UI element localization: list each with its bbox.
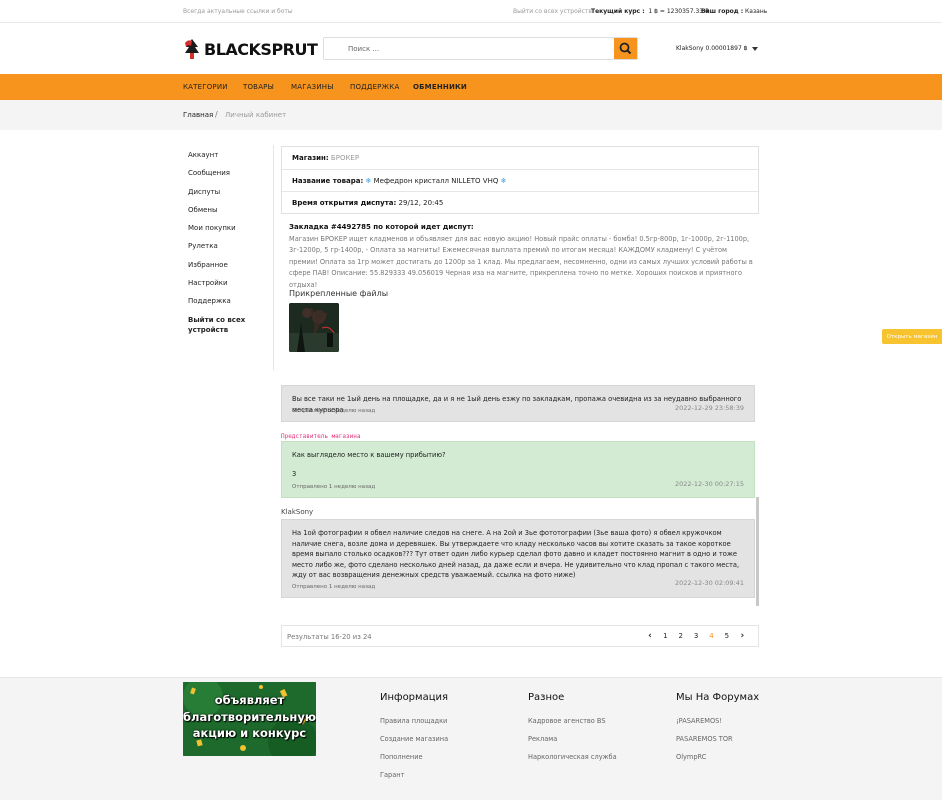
- sidebar-item-roulette[interactable]: Рулетка: [188, 241, 268, 259]
- sidebar-item-exchanges[interactable]: Обмены: [188, 205, 268, 223]
- nav-support[interactable]: ПОДДЕРЖКА: [350, 83, 399, 91]
- chevron-right-icon[interactable]: ›: [735, 631, 750, 641]
- sidebar-item-favorites[interactable]: Избранное: [188, 260, 268, 278]
- chat-message: Как выглядело место к вашему прибытию? 3…: [281, 441, 755, 498]
- dispute-shop-row: Магазин: БРОКЕР: [282, 147, 758, 170]
- user-balance: KlakSony 0.00001897 ฿: [676, 45, 748, 52]
- messages-scrollbar[interactable]: [756, 497, 759, 606]
- footer-link[interactable]: Кадровое агенство BS: [528, 717, 617, 735]
- page-5[interactable]: 5: [719, 632, 734, 640]
- dispute-info-box: Магазин: БРОКЕР Название товара: ❄ Мефед…: [281, 146, 759, 214]
- footer-link[interactable]: Реклама: [528, 735, 617, 753]
- message-sent: Отправлено 1 неделю назад: [292, 408, 376, 414]
- pagination-bar: Результаты 16-20 из 24 ‹ 1 2 3 4 5 ›: [281, 625, 759, 647]
- footer-link[interactable]: PASAREMOS TOR: [676, 735, 759, 753]
- nav-exchangers[interactable]: ОБМЕННИКИ: [413, 83, 467, 91]
- spruce-logo-icon: [183, 38, 201, 60]
- main-nav: КАТЕГОРИИ ТОВАРЫ МАГАЗИНЫ ПОДДЕРЖКА ОБМЕ…: [0, 74, 942, 100]
- sidebar-item-purchases[interactable]: Мои покупки: [188, 223, 268, 241]
- sidebar-logout[interactable]: Выйти со всех устройств: [188, 315, 268, 334]
- snowflake-icon: ❄: [365, 176, 372, 185]
- message-text: 3: [292, 469, 297, 478]
- footer-link[interactable]: Создание магазина: [380, 735, 448, 753]
- open-shop-button[interactable]: Открыть магазин: [882, 329, 942, 344]
- search-icon: [614, 42, 637, 62]
- breadcrumb-separator: /: [215, 110, 218, 119]
- user-balance-menu[interactable]: KlakSony 0.00001897 ฿: [676, 45, 759, 52]
- footer-column-misc: Разное Кадровое агенство BS Реклама Нарк…: [528, 692, 617, 771]
- breadcrumb-home[interactable]: Главная: [183, 111, 213, 119]
- message-author: KlakSony: [281, 508, 314, 516]
- caret-down-icon: [752, 46, 759, 51]
- page-1[interactable]: 1: [658, 632, 673, 640]
- footer: [0, 677, 942, 800]
- page-4-current[interactable]: 4: [704, 632, 719, 640]
- footer-link[interactable]: ¡PASAREMOS!: [676, 717, 759, 735]
- footer-column-info: Информация Правила площадки Создание маг…: [380, 692, 448, 789]
- dispute-product-row: Название товара: ❄ Мефедрон кристалл NIL…: [282, 170, 758, 193]
- dispute-heading: Закладка #4492785 по которой идет диспут…: [289, 223, 474, 231]
- shop-representative-label: Представитель магазина: [281, 433, 361, 440]
- sidebar-item-support[interactable]: Поддержка: [188, 296, 268, 314]
- footer-column-title: Разное: [528, 692, 565, 703]
- account-sidebar: Аккаунт Сообщения Диспуты Обмены Мои пок…: [188, 150, 268, 334]
- footer-column-title: Мы На Форумах: [676, 692, 760, 703]
- footer-link[interactable]: Гарант: [380, 771, 448, 789]
- breadcrumb: Главная / Личный кабинет: [0, 100, 942, 130]
- dispute-opened: 29/12, 20:45: [398, 199, 444, 208]
- footer-column-forums: Мы На Форумах ¡PASAREMOS! PASAREMOS TOR …: [676, 692, 759, 771]
- search-input[interactable]: [324, 38, 615, 59]
- charity-banner[interactable]: объявляет благотворительную акцию и конк…: [183, 682, 316, 756]
- message-date: 2022-12-30 02:09:41: [674, 579, 744, 587]
- dispute-opened-row: Время открытия диспута: 29/12, 20:45: [292, 199, 444, 208]
- banner-text: объявляет благотворительную акцию и конк…: [183, 693, 316, 740]
- top-bar: Всегда актуальные ссылки и боты Выйти со…: [0, 0, 942, 23]
- message-date: 2022-12-29 23:58:39: [674, 404, 744, 412]
- chat-message: Вы все таки не 1ый день на площадке, да …: [281, 385, 755, 422]
- message-text: Как выглядело место к вашему прибытию?: [292, 451, 446, 459]
- attached-files-title: Прикрепленные файлы: [289, 289, 389, 298]
- message-sent: Отправлено 1 неделю назад: [292, 584, 376, 590]
- search-box: [323, 37, 638, 60]
- message-date: 2022-12-30 00:27:15: [674, 480, 744, 488]
- nav-products[interactable]: ТОВАРЫ: [243, 83, 274, 91]
- chevron-left-icon[interactable]: ‹: [642, 631, 657, 641]
- exchange-rate: Текущий курс : 1 ฿ = 1230357.33 ₽: [591, 8, 709, 15]
- message-text: На 1ой фотографии я обвел наличие следов…: [292, 529, 740, 580]
- search-button[interactable]: [614, 38, 637, 59]
- footer-link[interactable]: Правила площадки: [380, 717, 448, 735]
- sidebar-item-messages[interactable]: Сообщения: [188, 168, 268, 186]
- dispute-product[interactable]: Мефедрон кристалл NILLETO VHQ: [374, 177, 499, 185]
- footer-link[interactable]: Наркологическая служба: [528, 753, 617, 771]
- nav-shops[interactable]: МАГАЗИНЫ: [291, 83, 334, 91]
- message-sent: Отправлено 1 неделю назад: [292, 484, 376, 490]
- dispute-body: Магазин БРОКЕР ищет кладменов и объявляе…: [289, 235, 753, 289]
- sidebar-item-disputes[interactable]: Диспуты: [188, 187, 268, 205]
- logo-text: BLACKSPRUT: [204, 39, 318, 59]
- sidebar-item-account[interactable]: Аккаунт: [188, 150, 268, 168]
- dispute-description: Закладка #4492785 по которой идет диспут…: [289, 223, 755, 291]
- page-2[interactable]: 2: [673, 632, 688, 640]
- chat-message: На 1ой фотографии я обвел наличие следов…: [281, 519, 755, 598]
- snowflake-icon: ❄: [500, 176, 507, 185]
- city-selector[interactable]: Ваш город : Казань: [701, 8, 767, 15]
- footer-link[interactable]: Пополнение: [380, 753, 448, 771]
- pagination: ‹ 1 2 3 4 5 ›: [642, 631, 750, 641]
- logout-all-link[interactable]: Выйти со всех устройств: [513, 8, 592, 15]
- breadcrumb-current: Личный кабинет: [225, 111, 287, 119]
- sidebar-divider: [273, 145, 274, 370]
- footer-column-title: Информация: [380, 692, 449, 703]
- sidebar-item-settings[interactable]: Настройки: [188, 278, 268, 296]
- results-count: Результаты 16-20 из 24: [287, 633, 372, 641]
- nav-categories[interactable]: КАТЕГОРИИ: [183, 83, 228, 91]
- site-logo[interactable]: BLACKSPRUT: [183, 38, 318, 60]
- dispute-shop[interactable]: БРОКЕР: [331, 154, 359, 162]
- attached-photo-thumbnail[interactable]: [289, 303, 339, 352]
- tagline: Всегда актуальные ссылки и боты: [183, 8, 293, 15]
- footer-link[interactable]: OlympRC: [676, 753, 759, 771]
- page-3[interactable]: 3: [688, 632, 703, 640]
